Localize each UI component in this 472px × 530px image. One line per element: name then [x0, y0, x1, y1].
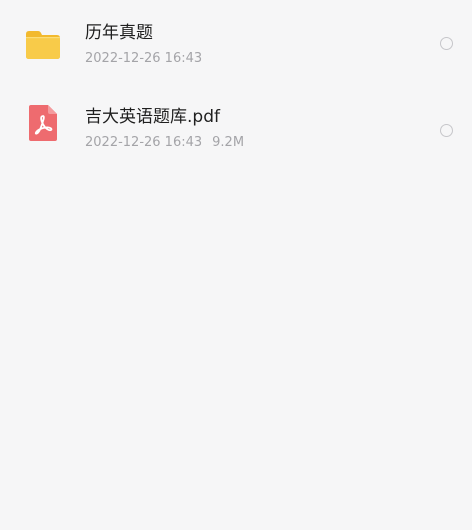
file-name: 吉大英语题库.pdf	[85, 107, 220, 127]
file-meta: 2022-12-26 16:43	[85, 51, 202, 67]
select-radio-button[interactable]	[440, 124, 453, 137]
file-row-pdf[interactable]: 吉大英语题库.pdf 2022-12-26 16:43 9.2M	[0, 88, 472, 172]
pdf-file-icon	[29, 105, 57, 141]
file-list: 历年真题 2022-12-26 16:43 吉大英语题库.pdf 2022-12…	[0, 0, 472, 172]
folder-icon	[26, 31, 60, 59]
file-name: 历年真题	[85, 23, 153, 43]
file-meta: 2022-12-26 16:43 9.2M	[85, 135, 244, 151]
select-radio-button[interactable]	[440, 37, 453, 50]
file-size: 9.2M	[212, 135, 245, 150]
file-date: 2022-12-26 16:43	[85, 135, 203, 150]
file-row-folder[interactable]: 历年真题 2022-12-26 16:43	[0, 0, 472, 88]
file-date: 2022-12-26 16:43	[85, 51, 203, 66]
